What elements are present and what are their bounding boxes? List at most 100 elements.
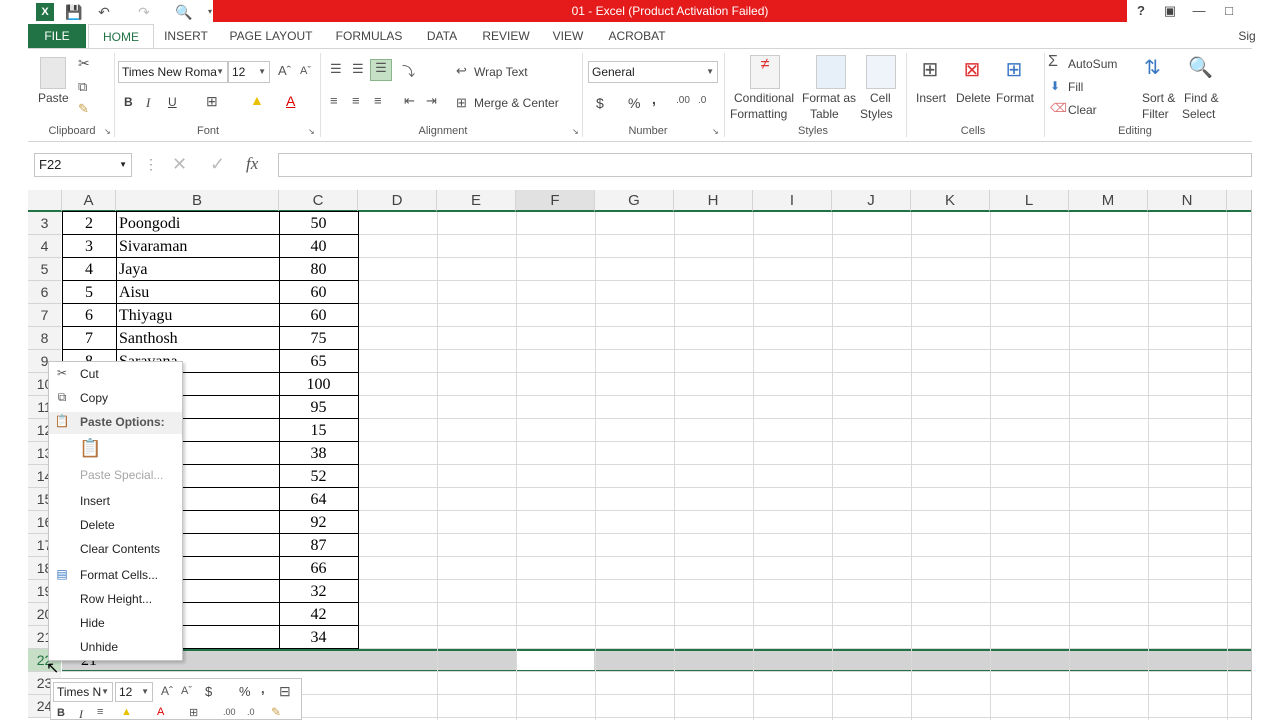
autosum-button[interactable]: AutoSum: [1068, 57, 1117, 71]
column-header-m[interactable]: M: [1069, 190, 1148, 212]
cell-c[interactable]: 38: [279, 442, 358, 465]
find-select-label-2[interactable]: Select: [1182, 107, 1215, 121]
cell-b[interactable]: Poongodi: [119, 212, 277, 235]
print-preview-icon[interactable]: 🔍: [174, 2, 194, 22]
cell-c[interactable]: 65: [279, 350, 358, 373]
tab-home[interactable]: HOME: [88, 24, 154, 49]
italic-button[interactable]: I: [146, 95, 150, 111]
menu-item-clear-contents[interactable]: Clear Contents: [80, 542, 160, 556]
redo-icon[interactable]: ↷: [134, 2, 154, 22]
cell-c[interactable]: 87: [279, 534, 358, 557]
cut-icon[interactable]: ✂: [78, 55, 90, 72]
currency-button[interactable]: $: [596, 95, 604, 111]
cell-c[interactable]: 80: [279, 258, 358, 281]
align-center-icon[interactable]: ≡: [352, 93, 360, 108]
mini-increase-decimal-icon[interactable]: .00: [223, 707, 236, 717]
dialog-launcher-icon[interactable]: ↘: [308, 127, 315, 136]
conditional-formatting-label-2[interactable]: Formatting: [730, 107, 787, 121]
column-header-d[interactable]: D: [358, 190, 437, 212]
tab-file[interactable]: FILE: [28, 24, 86, 48]
formula-input[interactable]: [278, 153, 1252, 177]
cell-c[interactable]: 60: [279, 281, 358, 304]
bottom-align-icon[interactable]: ☰: [370, 59, 392, 81]
delete-cells-button[interactable]: Delete: [956, 91, 991, 105]
cell-c[interactable]: 42: [279, 603, 358, 626]
row-header[interactable]: 4: [28, 235, 61, 258]
decrease-decimal-icon[interactable]: .0: [698, 95, 706, 106]
ribbon-display-icon[interactable]: ▣: [1155, 0, 1185, 22]
mini-decrease-decimal-icon[interactable]: .0: [247, 707, 255, 717]
column-header-j[interactable]: J: [832, 190, 911, 212]
insert-function-button[interactable]: fx: [246, 154, 258, 174]
column-header-n[interactable]: N: [1148, 190, 1227, 212]
conditional-formatting-label-1[interactable]: Conditional: [734, 91, 794, 105]
row-header[interactable]: 5: [28, 258, 61, 281]
menu-item-delete[interactable]: Delete: [80, 518, 115, 532]
help-icon[interactable]: ?: [1126, 0, 1156, 22]
column-header-e[interactable]: E: [437, 190, 516, 212]
menu-item-format-cells[interactable]: Format Cells...: [80, 568, 158, 582]
select-all-corner[interactable]: [28, 190, 62, 212]
format-painter-icon[interactable]: ✎: [78, 101, 89, 117]
mini-format-painter-icon[interactable]: ✎: [271, 705, 281, 719]
cell-c[interactable]: 15: [279, 419, 358, 442]
dialog-launcher-icon[interactable]: ↘: [104, 127, 111, 136]
tab-insert[interactable]: INSERT: [158, 24, 214, 48]
name-box[interactable]: F22 ▼: [34, 153, 132, 177]
cell-c[interactable]: 100: [279, 373, 358, 396]
cell-a[interactable]: 2: [62, 212, 116, 235]
find-select-label-1[interactable]: Find &: [1184, 91, 1219, 105]
insert-cells-button[interactable]: Insert: [916, 91, 946, 105]
cell-c[interactable]: 95: [279, 396, 358, 419]
mini-format-icon[interactable]: ⊟: [279, 683, 291, 700]
font-color-icon[interactable]: A: [286, 93, 295, 109]
tab-data[interactable]: DATA: [418, 24, 466, 48]
sort-filter-label-2[interactable]: Filter: [1142, 107, 1169, 121]
increase-indent-icon[interactable]: ⇥: [426, 93, 437, 109]
decrease-indent-icon[interactable]: ⇤: [404, 93, 415, 109]
column-header-k[interactable]: K: [911, 190, 990, 212]
middle-align-icon[interactable]: ☰: [352, 61, 364, 77]
cell-styles-label-2[interactable]: Styles: [860, 107, 893, 121]
format-as-table-label-1[interactable]: Format as: [802, 91, 856, 105]
clear-button[interactable]: Clear: [1068, 103, 1097, 117]
mini-font-combo[interactable]: Times N ▼: [53, 682, 113, 702]
cell-a[interactable]: 6: [62, 304, 116, 327]
grow-font-icon[interactable]: Aˆ: [161, 684, 173, 698]
save-icon[interactable]: 💾: [64, 2, 84, 22]
cell-a[interactable]: 7: [62, 327, 116, 350]
grow-font-icon[interactable]: Aˆ: [278, 63, 291, 78]
cell-c[interactable]: 34: [279, 626, 358, 649]
row-header[interactable]: 7: [28, 304, 61, 327]
borders-icon[interactable]: ⊞: [206, 93, 218, 110]
mini-comma-button[interactable]: ,: [261, 681, 265, 696]
format-cells-button[interactable]: Format: [996, 91, 1034, 105]
mini-borders-icon[interactable]: ⊞: [189, 706, 198, 719]
mini-currency-button[interactable]: $: [205, 684, 212, 699]
maximize-icon[interactable]: □: [1214, 0, 1244, 22]
tab-page-layout[interactable]: PAGE LAYOUT: [222, 24, 320, 48]
menu-item-hide[interactable]: Hide: [80, 616, 105, 630]
shrink-font-icon[interactable]: Aˇ: [300, 65, 311, 77]
cell-a[interactable]: 5: [62, 281, 116, 304]
cell-c[interactable]: 75: [279, 327, 358, 350]
tab-acrobat[interactable]: ACROBAT: [600, 24, 674, 48]
column-header-l[interactable]: L: [990, 190, 1069, 212]
paste-button[interactable]: Paste: [38, 91, 69, 105]
undo-icon[interactable]: ↶: [94, 2, 114, 22]
column-header-g[interactable]: G: [595, 190, 674, 212]
comma-button[interactable]: ,: [652, 91, 656, 107]
row-header[interactable]: 6: [28, 281, 61, 304]
cell-b[interactable]: Thiyagu: [119, 304, 277, 327]
cell-b[interactable]: Jaya: [119, 258, 277, 281]
cell-b[interactable]: Aisu: [119, 281, 277, 304]
menu-item-unhide[interactable]: Unhide: [80, 640, 118, 654]
menu-item-insert[interactable]: Insert: [80, 494, 110, 508]
mini-percent-button[interactable]: %: [239, 684, 251, 699]
column-header-i[interactable]: I: [753, 190, 832, 212]
menu-item-copy[interactable]: Copy: [80, 391, 108, 405]
cell-c[interactable]: 52: [279, 465, 358, 488]
column-header-b[interactable]: B: [116, 190, 279, 212]
cell-a[interactable]: 3: [62, 235, 116, 258]
bold-button[interactable]: B: [124, 95, 133, 109]
